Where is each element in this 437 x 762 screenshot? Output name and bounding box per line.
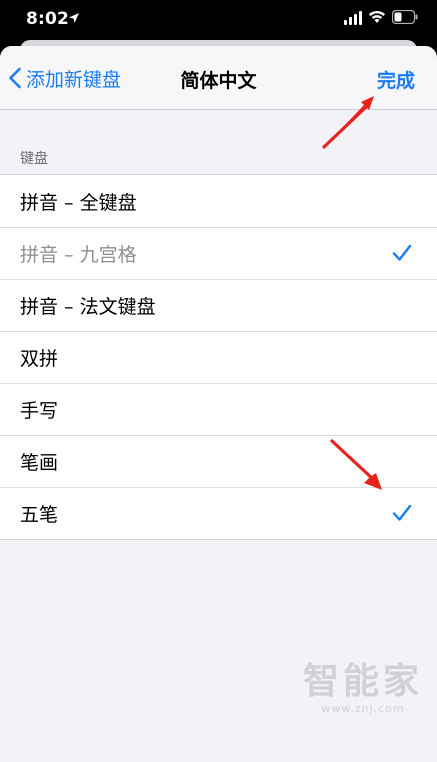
annotation-arrow-wubi (330, 439, 382, 490)
checkmark-icon (392, 244, 412, 261)
keyboard-row-pinyin-9key[interactable]: 拼音 – 九宫格 (0, 227, 437, 279)
signal-icon (344, 11, 362, 25)
keyboard-row-label: 拼音 – 九宫格 (20, 243, 137, 266)
annotation-arrow-done (322, 96, 374, 149)
done-button[interactable]: 完成 (377, 66, 415, 93)
keyboard-row-label: 五笔 (20, 503, 59, 526)
keyboard-row-label: 手写 (20, 399, 59, 422)
keyboard-row-pinyin-french[interactable]: 拼音 – 法文键盘 (0, 279, 437, 331)
back-button-label: 添加新键盘 (26, 68, 122, 91)
back-button[interactable]: 添加新键盘 (8, 64, 121, 92)
watermark-title: 智能家 (302, 661, 423, 702)
keyboard-row-pinyin-full[interactable]: 拼音 – 全键盘 (0, 175, 437, 227)
keyboard-row-label: 双拼 (20, 347, 59, 370)
checkmark-icon (392, 504, 412, 521)
keyboard-row-handwriting[interactable]: 手写 (0, 383, 437, 435)
watermark: 智能家 www.znj.com (303, 652, 423, 715)
keyboard-row-label: 拼音 – 全键盘 (20, 191, 137, 214)
keyboard-row-label: 笔画 (20, 451, 59, 474)
wifi-icon (369, 10, 385, 23)
status-bar: 8:02 (0, 0, 437, 40)
section-header: 键盘 (20, 151, 48, 167)
status-time: 8:02 (26, 9, 70, 29)
location-icon (69, 13, 79, 23)
keyboard-row-shuangpin[interactable]: 双拼 (0, 331, 437, 383)
battery-icon (392, 10, 418, 24)
keyboard-row-label: 拼音 – 法文键盘 (20, 295, 156, 318)
chevron-left-icon (9, 67, 21, 89)
